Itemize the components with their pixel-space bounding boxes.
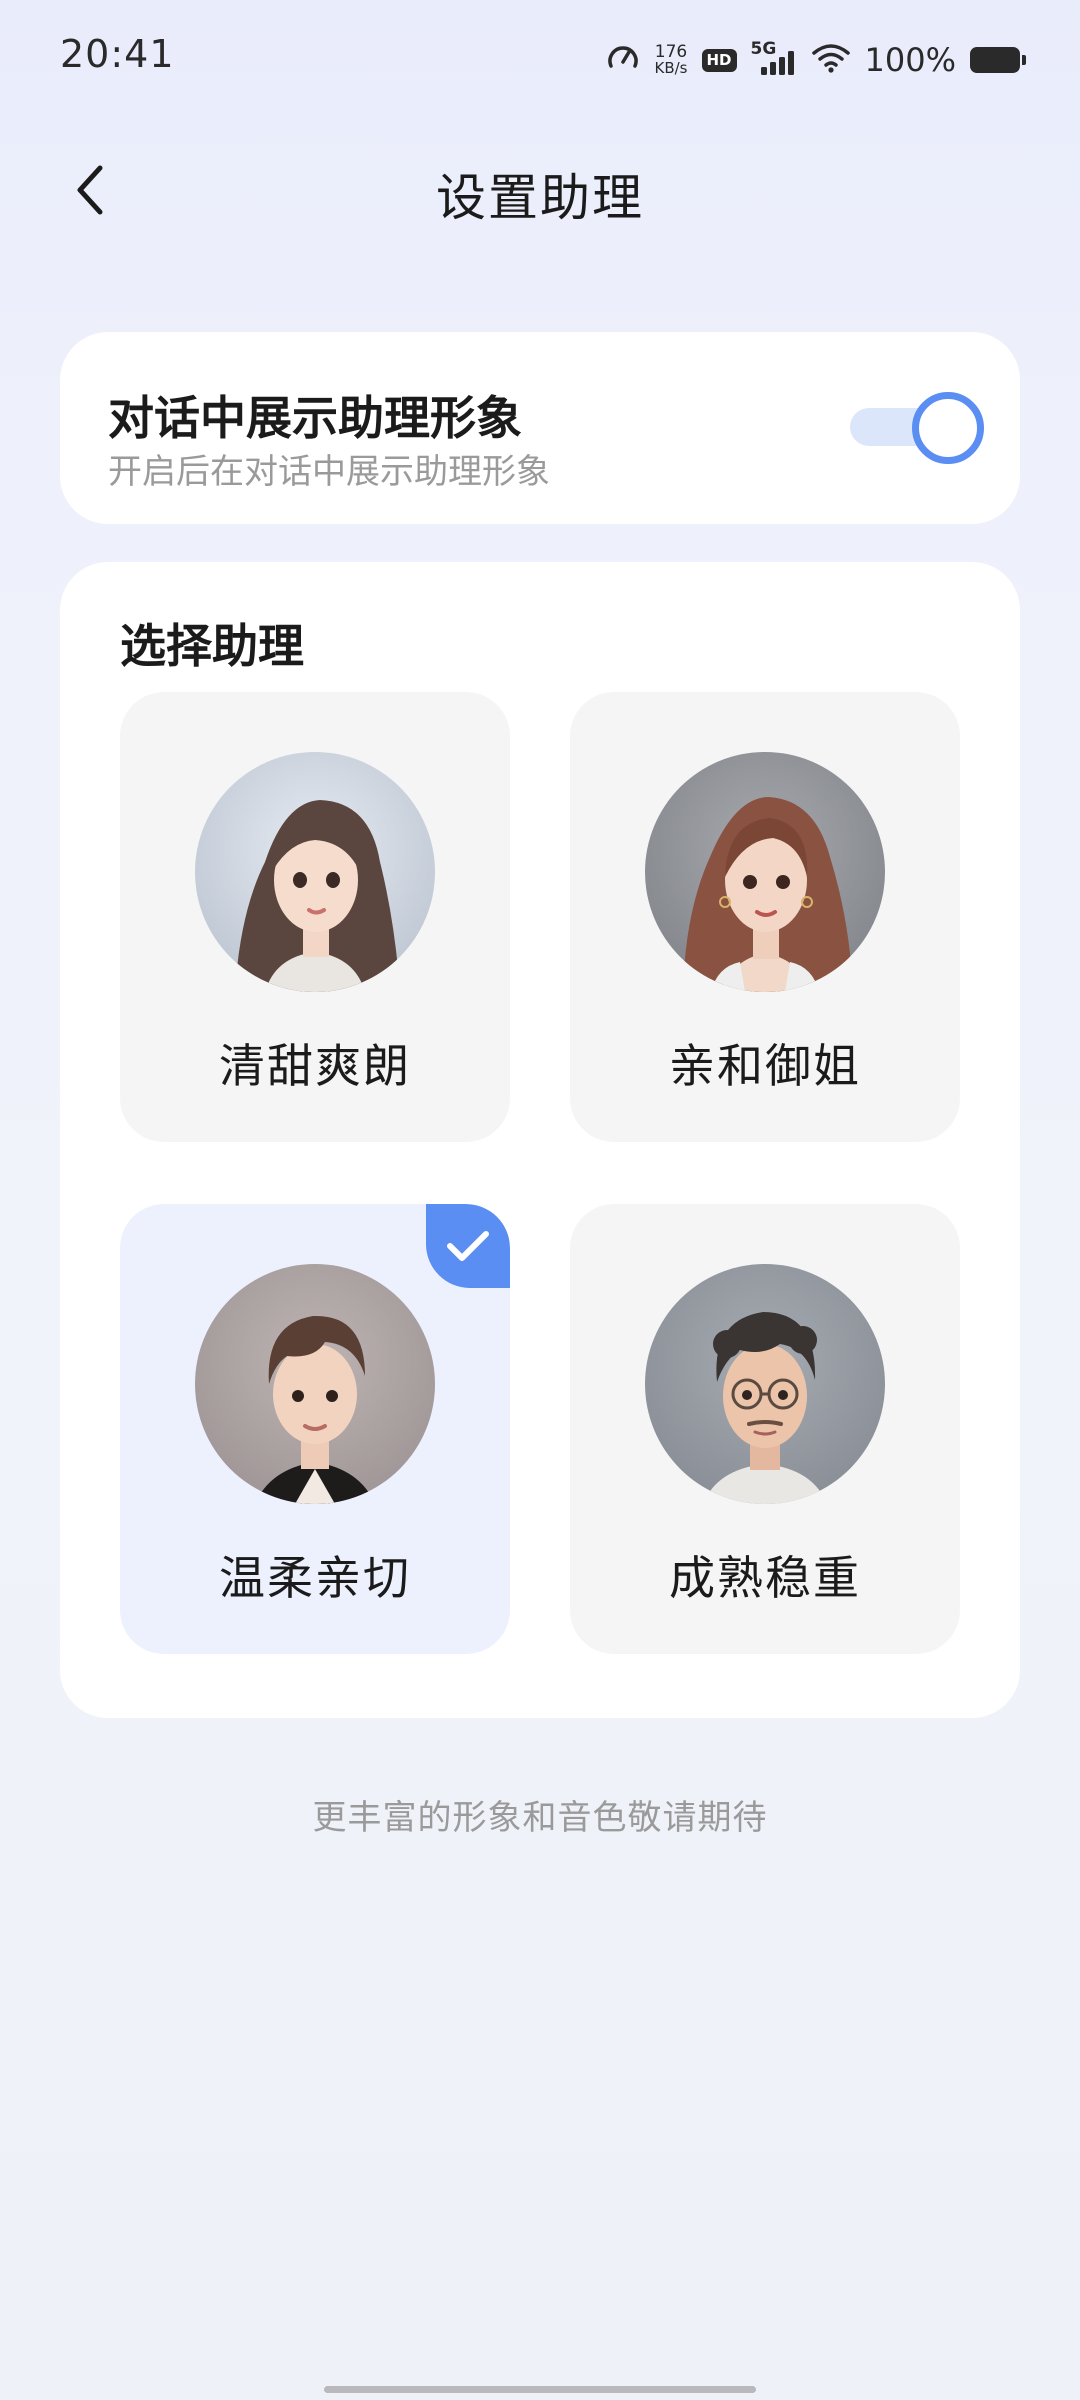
status-time: 20:41 <box>60 32 175 76</box>
toggle-knob <box>912 392 984 464</box>
status-icons: 176 KB/s HD 5G 100% <box>605 34 1026 86</box>
assistant-option-selected[interactable]: 温柔亲切 <box>120 1204 510 1654</box>
hd-icon: HD <box>701 48 737 72</box>
setting-title: 对话中展示助理形象 <box>108 391 522 445</box>
setting-subtitle: 开启后在对话中展示助理形象 <box>108 452 550 492</box>
section-title: 选择助理 <box>120 619 304 673</box>
speedometer-icon <box>605 40 641 80</box>
man-glasses-curly-hair-avatar <box>645 1264 885 1504</box>
assistant-label: 成熟稳重 <box>669 1551 861 1605</box>
signal-5g-icon: 5G <box>751 39 797 77</box>
battery-percent: 100% <box>864 41 956 79</box>
young-woman-long-hair-avatar <box>195 752 435 992</box>
page-title: 设置助理 <box>436 169 644 227</box>
display-avatar-toggle[interactable] <box>850 390 984 464</box>
home-indicator[interactable] <box>324 2386 756 2393</box>
display-avatar-setting-card: 对话中展示助理形象 开启后在对话中展示助理形象 <box>60 332 1020 524</box>
wifi-icon <box>811 42 851 78</box>
status-bar: 20:41 176 KB/s HD 5G 100% <box>0 0 1080 120</box>
young-man-avatar <box>195 1264 435 1504</box>
woman-wavy-auburn-hair-avatar <box>645 752 885 992</box>
footer-note: 更丰富的形象和音色敬请期待 <box>312 1798 768 1838</box>
assistant-label: 清甜爽朗 <box>219 1039 411 1093</box>
assistant-option[interactable]: 清甜爽朗 <box>120 692 510 1142</box>
battery-icon <box>970 47 1026 73</box>
assistant-option[interactable]: 亲和御姐 <box>570 692 960 1142</box>
net-speed: 176 KB/s <box>655 44 688 76</box>
check-icon <box>447 1231 489 1261</box>
net-speed-unit: KB/s <box>654 59 688 77</box>
selected-badge <box>426 1204 510 1288</box>
header: 设置助理 <box>0 140 1080 240</box>
assistant-option[interactable]: 成熟稳重 <box>570 1204 960 1654</box>
assistant-label: 亲和御姐 <box>669 1039 861 1093</box>
assistant-label: 温柔亲切 <box>219 1551 411 1605</box>
assistant-select-card: 选择助理 清甜爽朗 亲和御姐 温柔亲切 成熟稳重 <box>60 562 1020 1718</box>
